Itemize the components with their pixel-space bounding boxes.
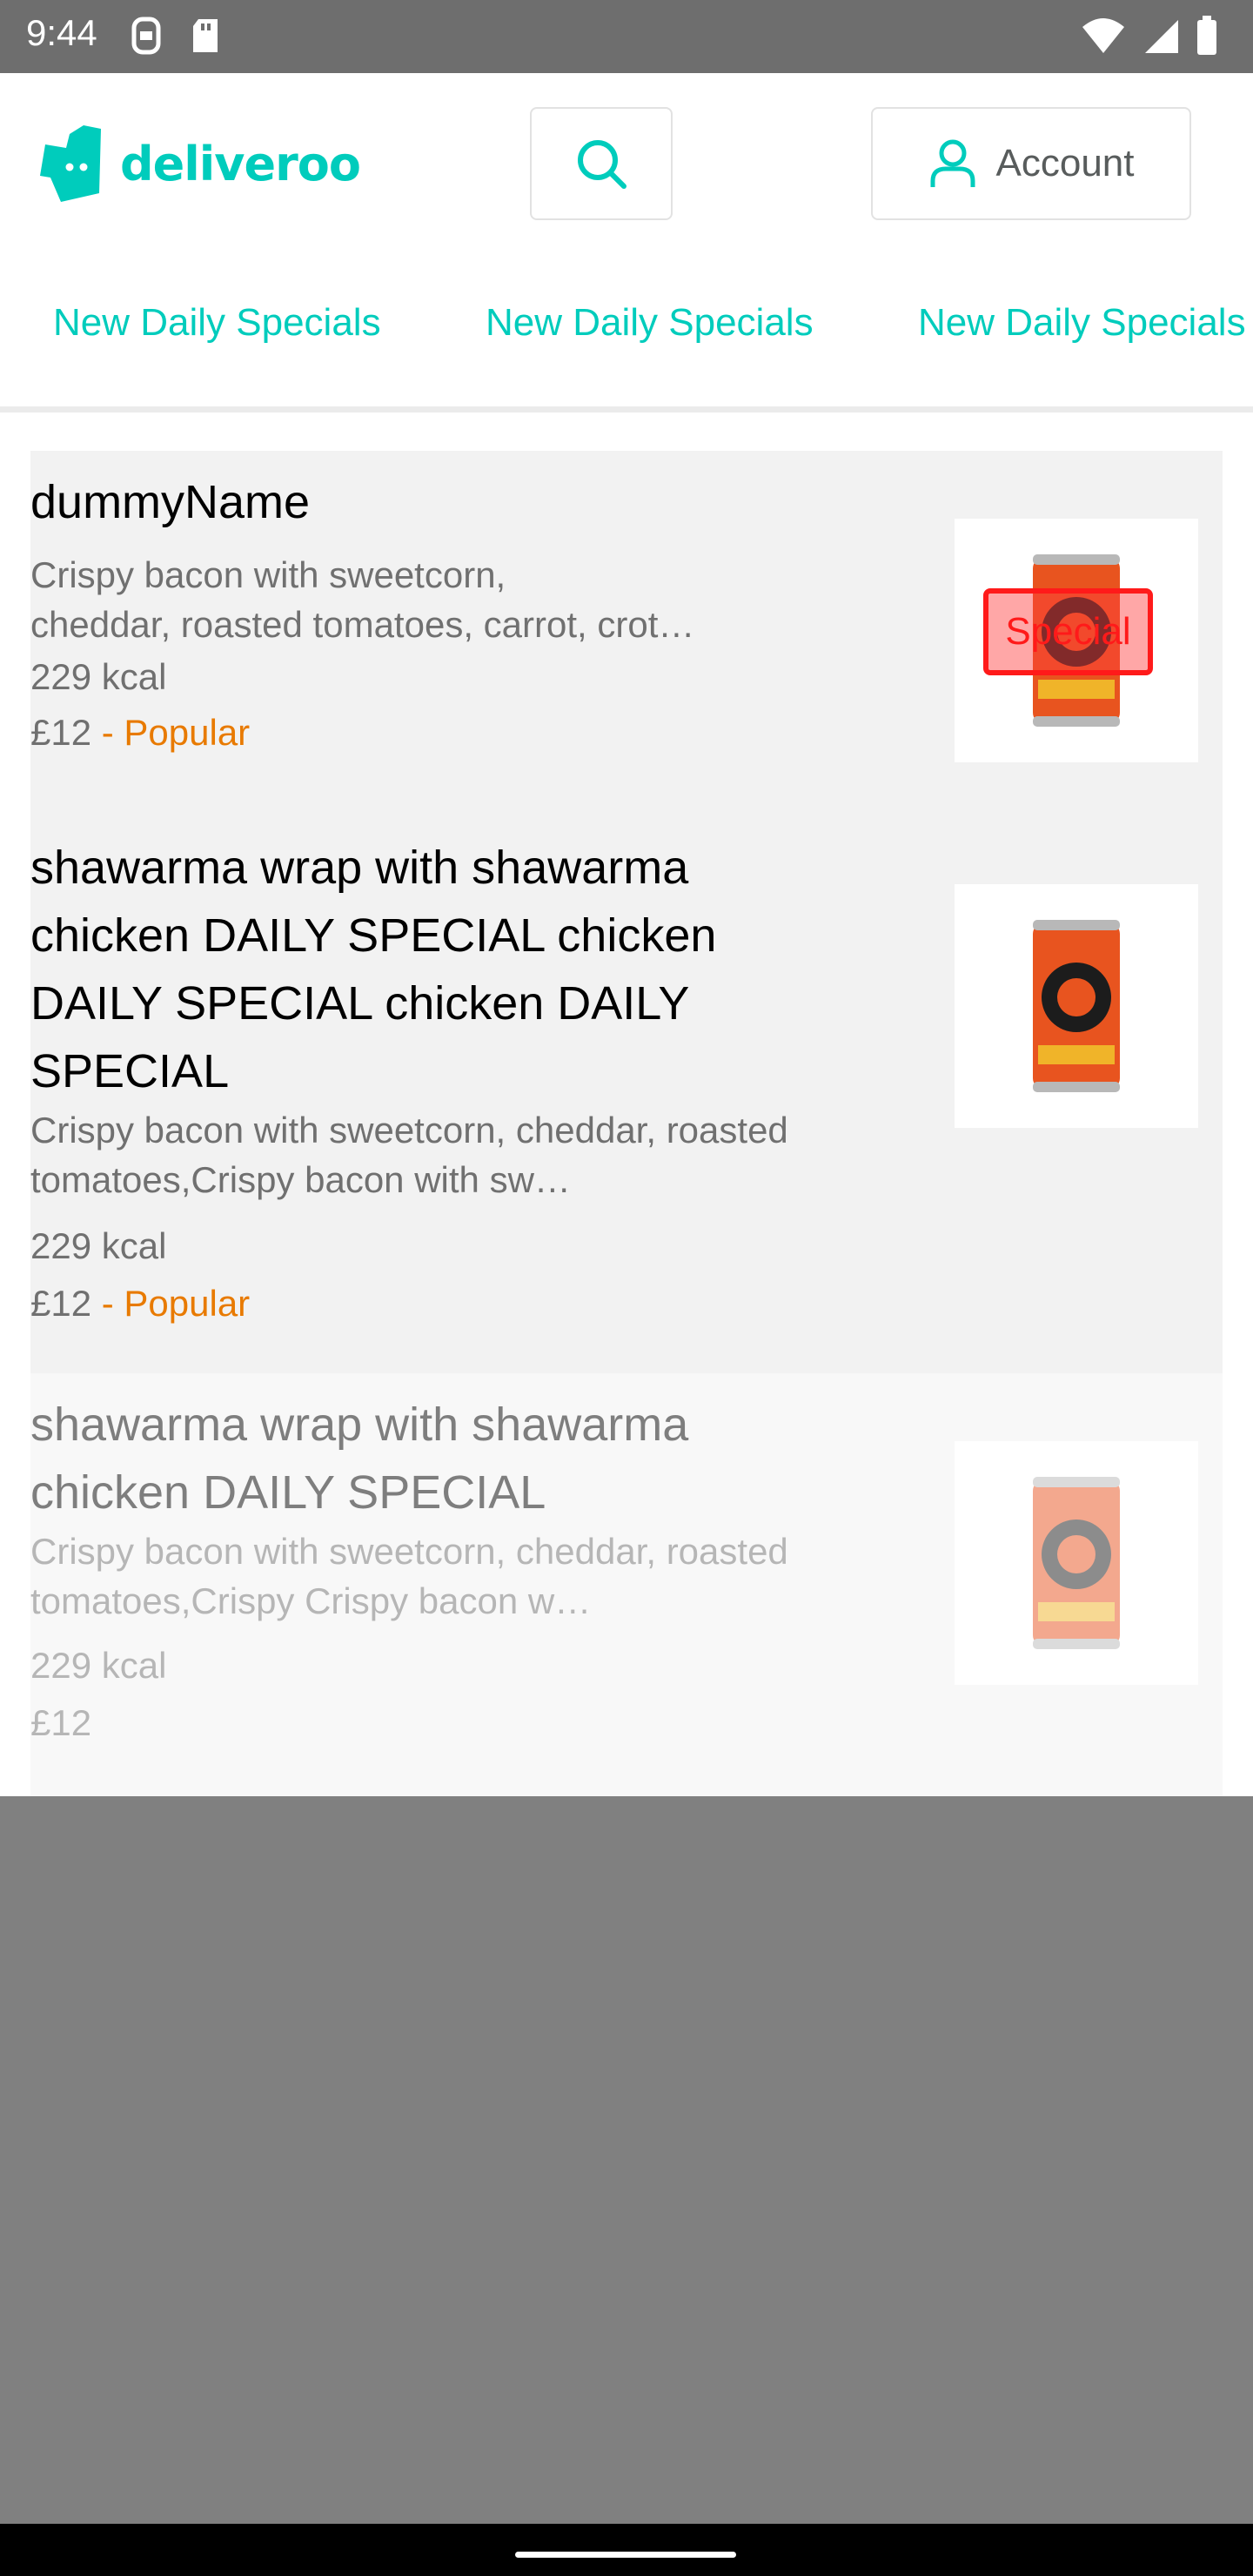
tab-new-daily-specials[interactable]: New Daily Specials <box>918 301 1246 345</box>
popular-tag: - Popular <box>101 712 251 753</box>
status-time: 9:44 <box>26 12 97 53</box>
item-price-row: £12 - Popular <box>30 1283 250 1325</box>
item-price: £12 <box>30 1702 92 1743</box>
status-bar: 9:44 <box>0 0 1253 73</box>
item-image <box>955 1441 1198 1685</box>
menu-item-card[interactable]: dummyName Crispy bacon with sweetcorn, c… <box>30 451 1223 816</box>
header: deliveroo Account New Daily Specials New… <box>0 73 1253 413</box>
tab-new-daily-specials[interactable]: New Daily Specials <box>486 301 814 345</box>
overlay-scrim[interactable] <box>0 1796 1253 2524</box>
item-price-row: £12 - Popular <box>30 712 250 754</box>
user-icon <box>930 139 975 187</box>
item-title: dummyName <box>30 476 311 528</box>
sd-card-icon <box>193 19 218 52</box>
signal-icon <box>1145 20 1178 53</box>
item-price: £12 <box>30 1283 92 1324</box>
item-description: Crispy bacon with sweetcorn, cheddar, ro… <box>30 1110 788 1200</box>
home-handle[interactable] <box>515 2552 736 2558</box>
tab-new-daily-specials[interactable]: New Daily Specials <box>53 301 381 345</box>
account-button[interactable]: Account <box>871 107 1191 220</box>
item-kcal: 229 kcal <box>30 656 167 697</box>
menu-item-list: dummyName Crispy bacon with sweetcorn, c… <box>0 413 1253 1796</box>
item-price: £12 <box>30 712 92 753</box>
battery-icon <box>1197 16 1216 55</box>
category-tabs: New Daily Specials New Daily Specials Ne… <box>0 301 1253 353</box>
notification-icon <box>131 17 161 55</box>
item-description: Crispy bacon with sweetcorn, cheddar, ro… <box>30 554 695 645</box>
popular-tag: - Popular <box>101 1283 251 1324</box>
menu-item-card-unavailable[interactable]: shawarma wrap with shawarma chicken DAIL… <box>30 1373 1223 1796</box>
item-kcal: 229 kcal <box>30 1225 167 1266</box>
system-nav-bar <box>0 2524 1253 2576</box>
item-image <box>955 884 1198 1128</box>
item-kcal: 229 kcal <box>30 1645 167 1686</box>
tab-divider <box>0 406 1253 413</box>
kangaroo-logo-icon <box>40 125 101 202</box>
search-button[interactable] <box>530 107 673 220</box>
item-title: shawarma wrap with shawarma chicken DAIL… <box>30 1399 689 1519</box>
special-badge: Special <box>983 588 1153 675</box>
search-icon <box>578 140 626 189</box>
item-price-row: £12 <box>30 1702 91 1744</box>
deliveroo-logo[interactable]: deliveroo <box>38 125 361 202</box>
item-title: shawarma wrap with shawarma chicken DAIL… <box>30 842 717 1097</box>
logo-text: deliveroo <box>120 136 361 191</box>
menu-item-card[interactable]: shawarma wrap with shawarma chicken DAIL… <box>30 816 1223 1373</box>
ginger-beer-can-icon <box>1033 1477 1120 1649</box>
account-label: Account <box>995 142 1135 184</box>
ginger-beer-can-icon <box>1033 920 1120 1092</box>
item-description: Crispy bacon with sweetcorn, cheddar, ro… <box>30 1531 788 1621</box>
wifi-icon <box>1082 18 1124 53</box>
